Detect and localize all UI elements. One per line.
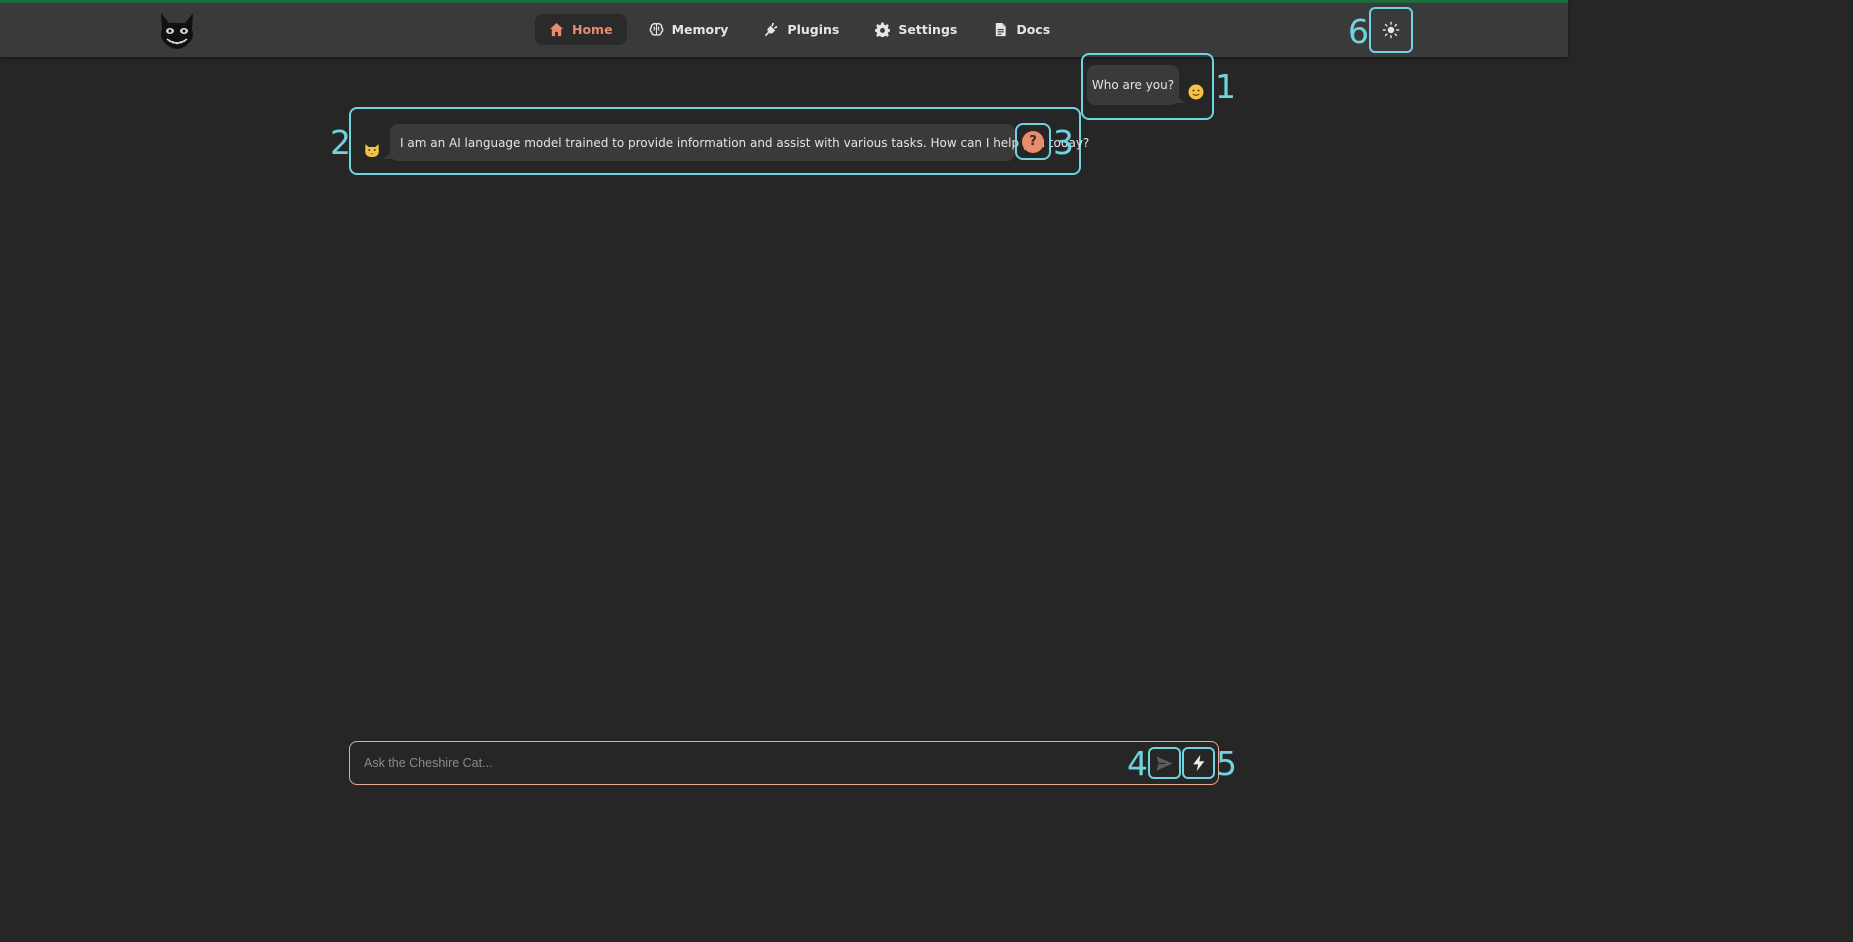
user-message-bubble: Who are you? <box>1087 65 1185 105</box>
annotation-5: 5 <box>1216 744 1237 783</box>
nav-docs[interactable]: Docs <box>979 14 1064 45</box>
nav-home[interactable]: Home <box>535 14 627 45</box>
bot-message-text: I am an AI language model trained to pro… <box>400 135 1090 150</box>
bot-message-bubble: I am an AI language model trained to pro… <box>383 124 1089 161</box>
gear-icon <box>875 22 891 37</box>
lightning-bolt-icon <box>1192 754 1204 772</box>
question-icon: ? <box>1022 130 1044 153</box>
annotation-6: 6 <box>1348 12 1369 51</box>
smiling-cat-icon <box>364 142 380 158</box>
nav-plugins[interactable]: Plugins <box>750 14 853 45</box>
why-button[interactable]: ? <box>1015 123 1051 160</box>
chat-input-container <box>349 741 1219 785</box>
main-nav: Home Memory Plugins Settings Docs <box>535 14 1072 45</box>
annotation-1: 1 <box>1215 67 1236 106</box>
nav-settings[interactable]: Settings <box>861 14 971 45</box>
nav-plugins-label: Plugins <box>787 22 840 37</box>
sun-icon <box>1382 21 1400 39</box>
nav-home-label: Home <box>572 22 613 37</box>
theme-toggle-button[interactable] <box>1369 7 1413 53</box>
nav-memory[interactable]: Memory <box>635 14 743 45</box>
prompt-suggestions-button[interactable] <box>1182 747 1215 779</box>
chat-input[interactable] <box>364 742 1124 783</box>
document-icon <box>996 22 1006 37</box>
annotation-4: 4 <box>1127 744 1148 783</box>
cheshire-cat-logo[interactable] <box>155 9 199 51</box>
brain-icon <box>649 22 663 36</box>
slightly-smiling-face-icon <box>1188 84 1204 100</box>
send-button[interactable] <box>1148 747 1181 779</box>
send-icon <box>1156 755 1173 771</box>
home-icon <box>549 22 564 37</box>
plug-icon <box>765 22 778 37</box>
top-navbar: Home Memory Plugins Settings Docs 6 <box>0 3 1568 57</box>
nav-docs-label: Docs <box>1016 22 1051 37</box>
user-message-text: Who are you? <box>1091 78 1175 92</box>
nav-memory-label: Memory <box>671 22 729 37</box>
annotation-3: 3 <box>1053 123 1074 162</box>
nav-settings-label: Settings <box>898 22 958 37</box>
annotation-2: 2 <box>330 123 351 162</box>
